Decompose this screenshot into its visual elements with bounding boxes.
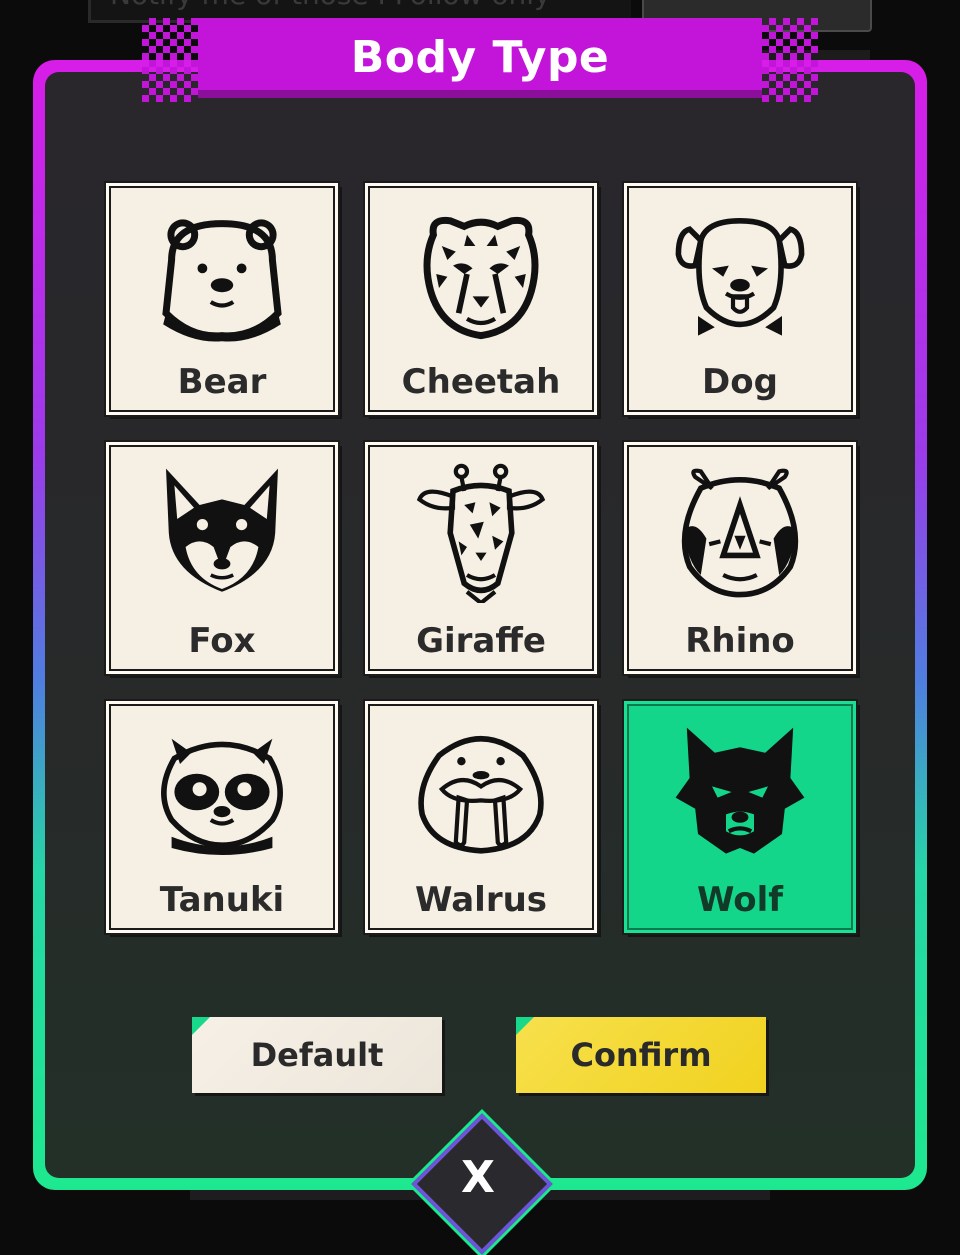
body-type-label: Bear [177,362,267,402]
dog-icon [675,217,805,336]
rhino-icon [681,468,799,598]
giraffe-icon [416,463,546,603]
tanuki-icon [161,738,283,855]
body-type-option-walrus[interactable]: Walrus [363,699,599,935]
confirm-button[interactable]: Confirm [516,1017,766,1093]
body-type-option-tanuki[interactable]: Tanuki [104,699,340,935]
body-type-label: Giraffe [416,621,546,661]
bear-icon [162,219,282,342]
body-type-label: Cheetah [401,362,561,402]
body-type-option-fox[interactable]: Fox [104,440,340,676]
body-type-option-cheetah[interactable]: Cheetah [363,181,599,417]
title-checker-decoration-right [762,18,818,102]
body-type-option-rhino[interactable]: Rhino [622,440,858,676]
body-type-label: Wolf [696,880,784,920]
fox-icon [166,468,278,592]
body-type-label: Fox [188,621,256,661]
body-type-label: Rhino [685,621,795,661]
title-banner: Body Type [198,18,762,98]
wolf-icon [675,727,805,854]
default-button-label: Default [250,1036,384,1074]
body-type-option-giraffe[interactable]: Giraffe [363,440,599,676]
body-type-option-wolf[interactable]: Wolf [622,699,858,935]
body-type-label: Tanuki [159,880,285,920]
confirm-button-label: Confirm [570,1036,712,1074]
default-button[interactable]: Default [192,1017,442,1093]
body-type-option-dog[interactable]: Dog [622,181,858,417]
cheetah-icon [423,216,539,340]
background-notify-text: Notify me of those I Follow only [110,0,551,11]
body-type-label: Dog [702,362,778,402]
body-type-option-bear[interactable]: Bear [104,181,340,417]
walrus-icon [418,736,544,854]
dialog-title: Body Type [350,32,610,83]
title-checker-decoration-left [142,18,198,102]
body-type-label: Walrus [414,880,548,920]
